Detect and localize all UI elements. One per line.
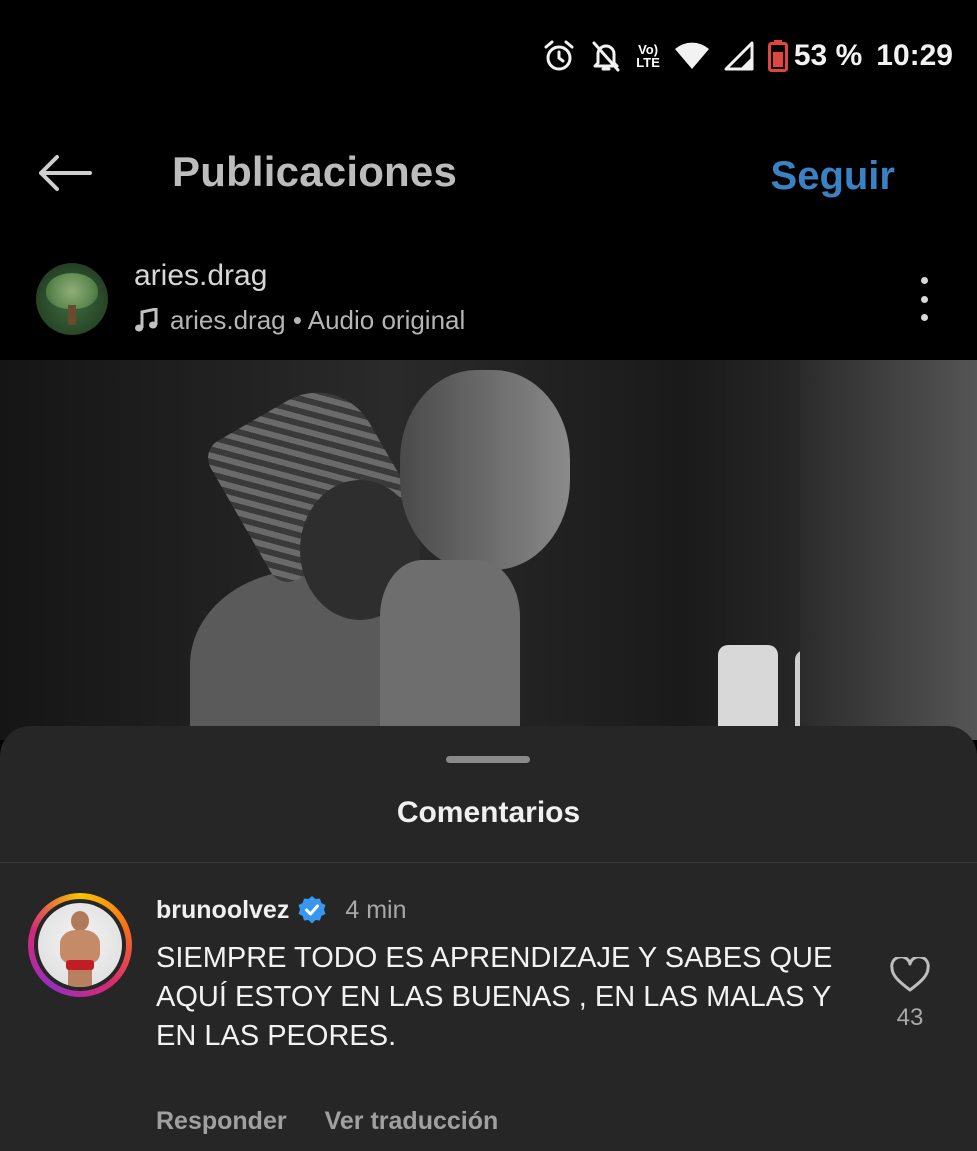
music-note-icon xyxy=(134,307,158,334)
commenter-username[interactable]: brunoolvez xyxy=(156,896,289,925)
heart-icon xyxy=(890,955,930,998)
comment-item: brunoolvez 4 min SIEMPRE TODO ES APRENDI… xyxy=(0,891,977,1151)
avatar-body xyxy=(60,930,100,964)
audio-label: aries.drag • Audio original xyxy=(170,305,466,335)
dot xyxy=(920,295,928,303)
like-button[interactable]: 43 xyxy=(888,955,932,1032)
media-figure-right xyxy=(400,370,570,570)
post-author-avatar[interactable] xyxy=(36,263,108,335)
comments-sheet: Comentarios brunoolvez 4 min SIEMPRE TOD… xyxy=(0,726,977,1151)
tree-logo-icon xyxy=(46,273,98,309)
more-options-button[interactable] xyxy=(915,277,933,321)
translate-button[interactable]: Ver traducción xyxy=(325,1107,499,1136)
back-button[interactable] xyxy=(36,150,96,200)
bell-off-icon xyxy=(590,39,622,73)
more-vertical-icon xyxy=(920,277,928,284)
status-icons: Vo) LTE 53 % 10:29 xyxy=(528,34,953,78)
verified-badge-icon xyxy=(297,895,327,925)
divider xyxy=(0,862,977,863)
avatar-legs xyxy=(68,967,92,987)
avatar-photo xyxy=(38,903,122,987)
comments-title: Comentarios xyxy=(396,796,581,829)
alarm-icon xyxy=(542,39,576,73)
volte-icon: Vo) LTE xyxy=(636,43,660,69)
comment-text: SIEMPRE TODO ES APRENDIZAJE Y SABES QUE … xyxy=(156,942,833,1052)
status-bar: Vo) LTE 53 % 10:29 xyxy=(0,0,977,110)
follow-button[interactable]: Seguir xyxy=(771,154,895,199)
commenter-avatar[interactable] xyxy=(28,893,132,997)
battery-icon xyxy=(767,40,788,72)
post-media[interactable] xyxy=(0,360,977,740)
dot xyxy=(920,314,928,321)
like-count: 43 xyxy=(896,1004,924,1031)
arrow-left-icon xyxy=(36,153,92,198)
wifi-icon xyxy=(674,41,710,71)
comment-meta: brunoolvez 4 min xyxy=(156,895,406,925)
comment-timestamp: 4 min xyxy=(345,895,407,924)
avatar-head xyxy=(71,911,89,931)
avatar-gap xyxy=(34,899,126,991)
comment-actions: Responder Ver traducción xyxy=(156,1107,498,1136)
media-figure-body xyxy=(380,560,520,740)
post-author-username[interactable]: aries.drag xyxy=(134,259,267,293)
avatar-brief xyxy=(66,960,94,970)
signal-icon xyxy=(724,41,754,71)
lte-label: LTE xyxy=(636,55,660,70)
post-header: aries.drag aries.drag • Audio original xyxy=(0,255,977,355)
audio-link[interactable]: aries.drag • Audio original xyxy=(134,305,465,336)
app-bar: Publicaciones Seguir xyxy=(0,120,977,230)
media-window xyxy=(800,360,977,740)
clock-time: 10:29 xyxy=(876,39,953,72)
battery-percent: 53 % xyxy=(793,39,863,72)
tree-trunk xyxy=(68,305,76,325)
page-title: Publicaciones xyxy=(172,148,458,195)
sheet-drag-handle[interactable] xyxy=(446,756,530,763)
reply-button[interactable]: Responder xyxy=(156,1107,287,1136)
